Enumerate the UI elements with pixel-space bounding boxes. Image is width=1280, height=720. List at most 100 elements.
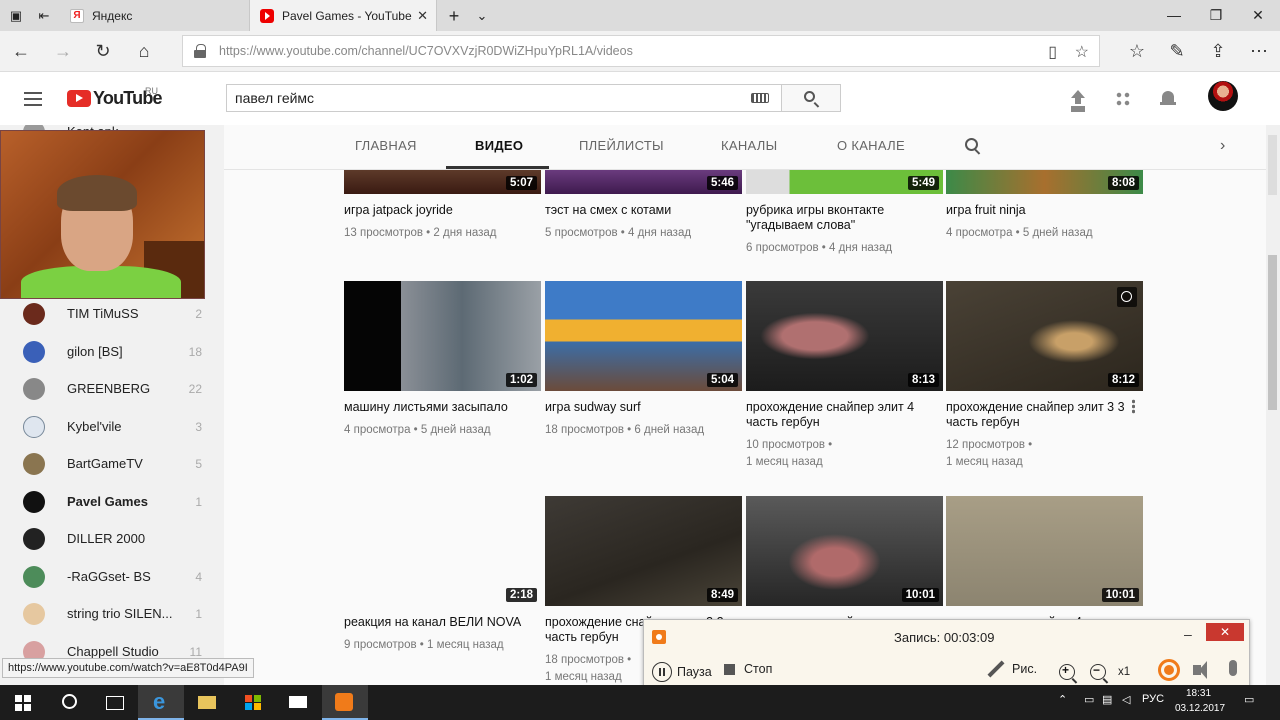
youtube-logo[interactable]: YouTube RU — [67, 86, 163, 109]
url-text[interactable]: https://www.youtube.com/channel/UC7OVXVz… — [219, 44, 1099, 58]
video-card[interactable]: 8:12 прохождение снайпер элит 3 3 часть … — [946, 281, 1143, 471]
video-thumbnail[interactable]: 8:13 — [746, 281, 943, 391]
sidebar-item-string-trio[interactable]: string trio SILEN... 1 — [0, 595, 224, 632]
video-card[interactable]: 2:18 реакция на канал ВЕЛИ NOVA 9 просмо… — [344, 496, 541, 654]
tab-about[interactable]: О КАНАЛЕ — [837, 138, 905, 153]
video-title[interactable]: машину листьями засыпало — [344, 400, 541, 415]
notifications-bell-icon[interactable] — [1156, 87, 1180, 111]
video-thumbnail[interactable]: 5:07 — [344, 170, 541, 194]
close-window-icon[interactable]: ✕ — [1244, 4, 1272, 26]
video-title[interactable]: игра jatpack joyride — [344, 203, 541, 218]
share-icon[interactable]: ⇪ — [1205, 39, 1231, 63]
zoom-in-icon[interactable]: + — [1059, 663, 1075, 680]
windows-start-icon[interactable] — [0, 685, 46, 720]
video-thumbnail[interactable]: 8:49 — [545, 496, 742, 606]
draw-button[interactable]: Рис. — [986, 660, 1037, 678]
forward-icon[interactable]: → — [50, 39, 76, 63]
maximize-icon[interactable]: ❐ — [1202, 4, 1230, 26]
more-actions-icon[interactable] — [1132, 399, 1135, 414]
video-card[interactable]: 5:46 тэст на смех с котами 5 просмотров … — [545, 170, 742, 242]
video-thumbnail[interactable]: 8:12 — [946, 281, 1143, 391]
video-title[interactable]: тэст на смех с котами — [545, 203, 742, 218]
tab-channels[interactable]: КАНАЛЫ — [721, 138, 777, 153]
video-card[interactable]: 1:02 машину листьями засыпало 4 просмотр… — [344, 281, 541, 439]
address-bar[interactable]: https://www.youtube.com/channel/UC7OVXVz… — [182, 35, 1100, 67]
clock-time[interactable]: 18:31 — [1186, 688, 1211, 699]
language-indicator[interactable]: РУС — [1142, 693, 1164, 705]
network-icon[interactable]: ▤ — [1102, 693, 1112, 706]
video-thumbnail[interactable]: 1:02 — [344, 281, 541, 391]
video-title[interactable]: прохождение снайпер элит 4 часть гербун — [746, 400, 943, 430]
video-title[interactable]: прохождение снайпер элит 3 3 часть гербу… — [946, 400, 1143, 430]
video-thumbnail[interactable]: 5:49 — [746, 170, 943, 194]
task-view-icon[interactable] — [92, 685, 138, 720]
volume-icon[interactable]: ◁ — [1122, 693, 1130, 706]
more-menu-icon[interactable]: ⋯ — [1246, 39, 1272, 63]
file-explorer-icon[interactable] — [184, 685, 230, 720]
sidebar-item-gilon-bs[interactable]: gilon [BS] 18 — [0, 333, 224, 370]
close-recorder-button[interactable]: ✕ — [1206, 623, 1244, 641]
tab-pavel-games[interactable]: Pavel Games - YouTube ✕ — [250, 0, 437, 31]
video-thumbnail[interactable]: 10:01 — [946, 496, 1143, 606]
sidebar-item-kybelvile[interactable]: Kybel'vile 3 — [0, 408, 224, 445]
tab-list-icon[interactable]: ▣ — [6, 6, 26, 26]
tab-videos[interactable]: ВИДЕО — [475, 138, 523, 153]
video-card[interactable]: 5:07 игра jatpack joyride 13 просмотров … — [344, 170, 541, 242]
mail-icon[interactable] — [276, 685, 322, 720]
video-card[interactable]: 8:08 игра fruit ninja 4 просмотра • 5 дн… — [946, 170, 1143, 242]
video-thumbnail[interactable]: 10:01 — [746, 496, 943, 606]
speaker-icon[interactable] — [1193, 661, 1207, 679]
minimize-icon[interactable]: – — [1184, 626, 1192, 642]
video-thumbnail[interactable]: 8:08 — [946, 170, 1143, 194]
new-tab-icon[interactable]: + — [444, 6, 464, 26]
favorite-star-icon[interactable]: ☆ — [1075, 42, 1089, 62]
zoom-out-icon[interactable]: − — [1090, 663, 1106, 680]
store-icon[interactable] — [230, 685, 276, 720]
stop-button[interactable]: Стоп — [724, 662, 772, 676]
tab-home[interactable]: ГЛАВНАЯ — [355, 138, 417, 153]
chevron-down-icon[interactable]: ⌄ — [472, 6, 492, 26]
tab-aside-icon[interactable]: ⇤ — [34, 6, 54, 26]
edge-browser-icon[interactable] — [138, 685, 184, 720]
video-card[interactable]: 5:49 рубрика игры вконтакте "угадываем с… — [746, 170, 943, 257]
video-thumbnail[interactable]: 2:18 — [344, 496, 541, 606]
back-icon[interactable]: ← — [8, 39, 34, 63]
video-title[interactable]: игра sudway surf — [545, 400, 742, 415]
video-card[interactable]: 8:13 прохождение снайпер элит 4 часть ге… — [746, 281, 943, 471]
watch-later-clock-icon[interactable] — [1117, 287, 1137, 307]
action-center-icon[interactable]: ▭ — [1244, 693, 1254, 706]
hamburger-menu-icon[interactable] — [24, 92, 42, 106]
account-avatar[interactable] — [1208, 81, 1238, 111]
tab-yandex[interactable]: Я Яндекс — [60, 0, 250, 31]
video-card[interactable]: 10:01 игра искусство войны 4 смерть — [946, 496, 1143, 637]
video-thumbnail[interactable]: 5:46 — [545, 170, 742, 194]
refresh-icon[interactable]: ↻ — [90, 39, 116, 63]
pause-button[interactable]: Пауза — [652, 662, 712, 682]
clock-date[interactable]: 03.12.2017 — [1175, 703, 1225, 714]
video-title[interactable]: реакция на канал ВЕЛИ NOVA — [344, 615, 541, 630]
reading-view-icon[interactable]: ▯ — [1048, 42, 1057, 62]
video-title[interactable]: игра fruit ninja — [946, 203, 1143, 218]
favorites-hub-icon[interactable]: ☆ — [1124, 39, 1150, 63]
apps-grid-icon[interactable] — [1115, 91, 1131, 107]
battery-icon[interactable]: ▭ — [1084, 693, 1094, 706]
minimize-icon[interactable]: — — [1160, 4, 1188, 26]
upload-icon[interactable] — [1066, 87, 1090, 111]
video-card[interactable]: 5:04 игра sudway surf 18 просмотров • 6 … — [545, 281, 742, 439]
close-tab-icon[interactable]: ✕ — [417, 8, 428, 24]
scrollbar-thumb[interactable] — [1268, 255, 1277, 410]
keyboard-icon[interactable] — [751, 93, 769, 103]
home-icon[interactable]: ⌂ — [131, 39, 157, 63]
search-button[interactable] — [781, 84, 841, 112]
video-title[interactable]: рубрика игры вконтакте "угадываем слова" — [746, 203, 943, 233]
sidebar-item-tim-timuss[interactable]: TIM TiMuSS 2 — [0, 295, 224, 332]
video-card[interactable]: 10:01 прохождение снайпер элит — [746, 496, 943, 637]
sidebar-item-raggset-bs[interactable]: -RaGGset- BS 4 — [0, 558, 224, 595]
chevron-right-icon[interactable]: › — [1220, 137, 1225, 155]
tab-playlists[interactable]: ПЛЕЙЛИСТЫ — [579, 138, 664, 153]
sidebar-item-diller-2000[interactable]: DILLER 2000 — [0, 520, 224, 557]
microphone-icon[interactable] — [1229, 660, 1237, 676]
taskbar-search-icon[interactable] — [46, 685, 92, 720]
sidebar-item-greenberg[interactable]: GREENBERG 22 — [0, 370, 224, 407]
sidebar-item-bartgametv[interactable]: BartGameTV 5 — [0, 445, 224, 482]
